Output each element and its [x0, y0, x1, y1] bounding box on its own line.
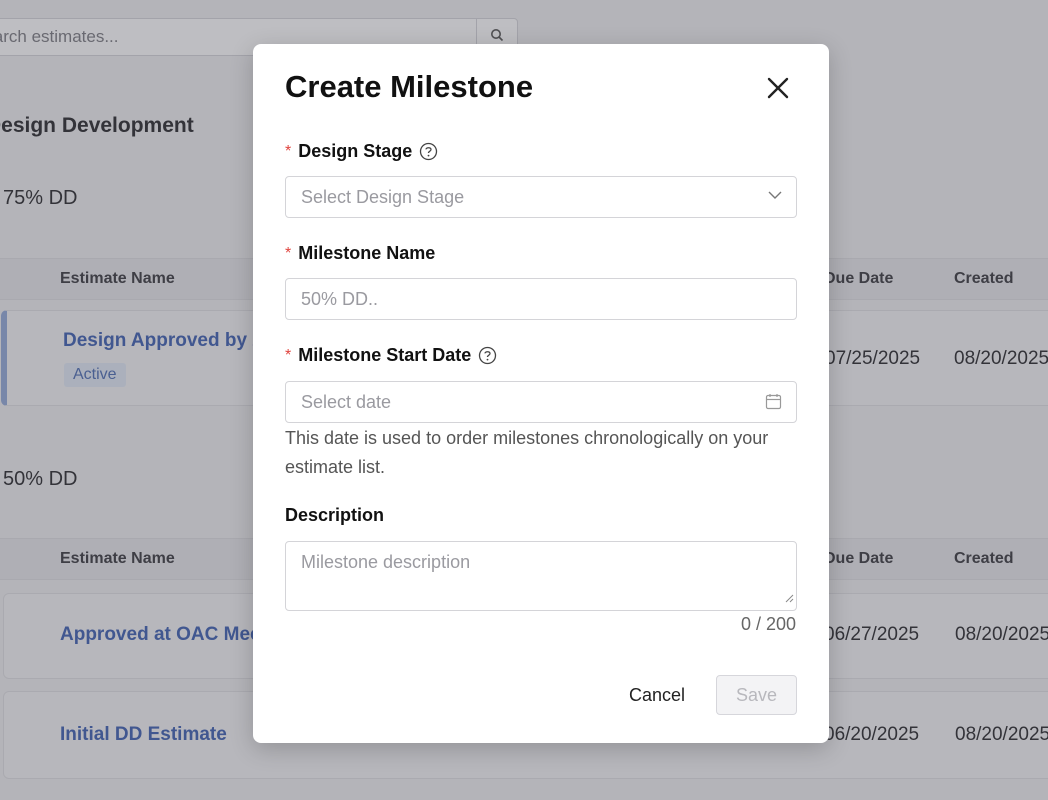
help-icon[interactable] [478, 346, 497, 365]
design-stage-label-text: Design Stage [298, 141, 413, 161]
dialog-title: Create Milestone [285, 69, 534, 104]
milestone-name-placeholder: 50% DD.. [301, 289, 379, 309]
create-milestone-dialog: Create Milestone * Design Stage Select D… [253, 44, 829, 743]
milestone-name-label-text: Milestone Name [298, 243, 436, 263]
start-date-picker[interactable]: Select date [285, 381, 797, 423]
close-icon [766, 76, 790, 105]
description-placeholder: Milestone description [301, 552, 471, 572]
required-marker: * [285, 244, 292, 262]
save-button[interactable]: Save [716, 675, 797, 715]
milestone-name-label: * Milestone Name [285, 243, 435, 264]
required-marker: * [285, 346, 292, 364]
cancel-button[interactable]: Cancel [613, 675, 701, 715]
description-label-text: Description [285, 505, 385, 525]
design-stage-select[interactable]: Select Design Stage [285, 176, 797, 218]
design-stage-label: * Design Stage [285, 141, 438, 162]
start-date-label: * Milestone Start Date [285, 345, 497, 366]
description-label: Description [285, 505, 384, 526]
required-marker: * [285, 142, 292, 160]
start-date-placeholder: Select date [301, 392, 392, 412]
help-icon[interactable] [419, 142, 438, 161]
design-stage-placeholder: Select Design Stage [301, 187, 465, 207]
close-button[interactable] [761, 73, 795, 107]
chevron-down-icon [768, 190, 782, 200]
milestone-name-input[interactable]: 50% DD.. [285, 278, 797, 320]
description-textarea[interactable]: Milestone description [285, 541, 797, 611]
character-counter: 0 / 200 [740, 614, 796, 634]
start-date-label-text: Milestone Start Date [298, 345, 472, 365]
start-date-hint: This date is used to order milestones ch… [285, 428, 769, 477]
calendar-icon[interactable] [765, 393, 782, 410]
resize-grip-icon[interactable] [784, 590, 794, 608]
